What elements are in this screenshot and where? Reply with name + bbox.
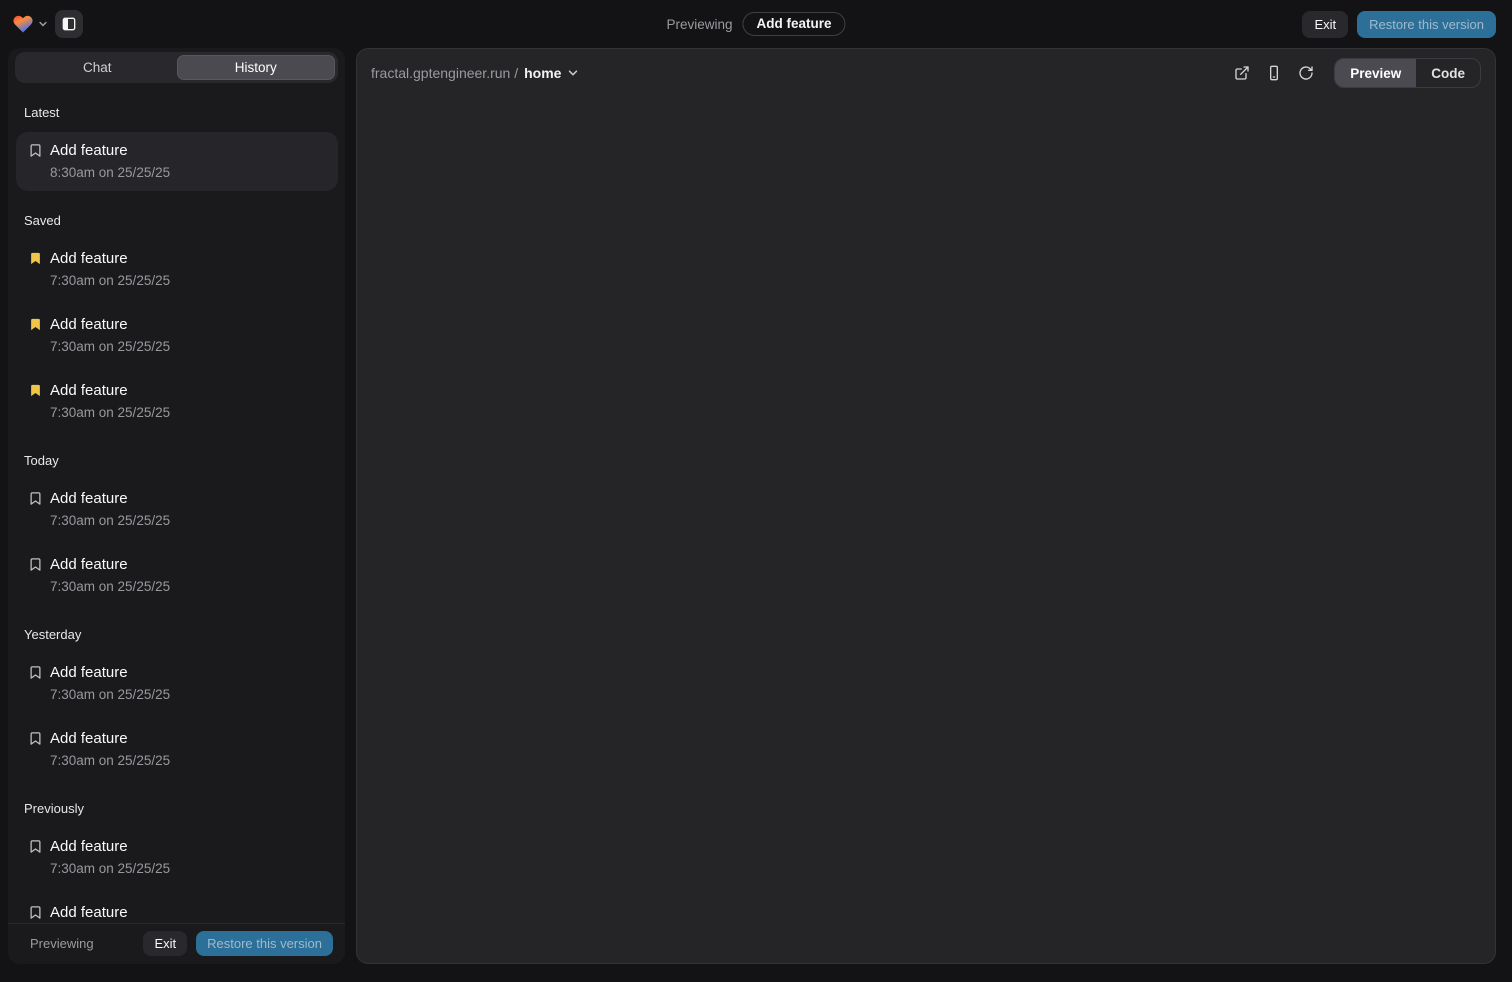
preview-content (357, 97, 1495, 963)
open-in-new-tab-button[interactable] (1228, 59, 1256, 87)
exit-button-footer[interactable]: Exit (143, 931, 187, 956)
version-item-title: Add feature (50, 380, 170, 402)
version-item-title: Add feature (50, 488, 170, 510)
exit-button[interactable]: Exit (1302, 11, 1348, 38)
previewing-label: Previewing (666, 17, 732, 32)
tab-history[interactable]: History (177, 55, 336, 80)
previewing-status-label: Previewing (30, 936, 94, 951)
version-item-timestamp: 7:30am on 25/25/25 (50, 859, 170, 879)
chevron-down-icon (567, 67, 579, 79)
history-sidebar: Chat History LatestAdd feature8:30am on … (8, 48, 345, 964)
version-section: Latest Add feature8:30am on 25/25/25 (16, 105, 338, 191)
external-link-icon (1234, 65, 1250, 81)
version-item-timestamp: 7:30am on 25/25/25 (50, 685, 170, 705)
mobile-view-button[interactable] (1260, 59, 1288, 87)
version-section: PreviouslyAdd feature7:30am on 25/25/25A… (16, 801, 338, 923)
restore-version-button-footer[interactable]: Restore this version (196, 931, 333, 956)
version-item[interactable]: Add feature7:30am on 25/25/25 (16, 306, 338, 365)
preview-panel: fractal.gptengineer.run / home (356, 48, 1496, 964)
version-item-timestamp: 7:30am on 25/25/25 (50, 337, 170, 357)
version-item-title: Add feature (50, 554, 170, 576)
version-list: LatestAdd feature8:30am on 25/25/25Saved… (15, 83, 338, 923)
version-item[interactable]: Add feature7:30am on 25/25/25 (16, 480, 338, 539)
version-section: TodayAdd feature7:30am on 25/25/25Add fe… (16, 453, 338, 605)
top-bar: Previewing Add feature Exit Restore this… (0, 0, 1512, 48)
mobile-icon (1266, 65, 1282, 81)
bookmark-icon (28, 839, 44, 854)
section-title: Latest (24, 105, 330, 120)
version-item[interactable]: Add feature7:30am on 25/25/25 (16, 720, 338, 779)
bookmark-saved-icon (28, 317, 44, 332)
preview-code-toggle: Preview Code (1334, 58, 1481, 88)
preview-url-page: home (524, 65, 561, 81)
app-content: Chat History LatestAdd feature8:30am on … (0, 48, 1512, 973)
version-item[interactable]: Add feature7:30am on 25/25/25 (16, 546, 338, 605)
bookmark-icon (28, 557, 44, 572)
version-section: SavedAdd feature7:30am on 25/25/25Add fe… (16, 213, 338, 431)
sidebar-toggle-icon (61, 16, 77, 32)
bookmark-icon (28, 143, 44, 158)
version-item[interactable]: Add feature7:30am on 25/25/25 (16, 828, 338, 887)
version-item-title: Add feature (50, 902, 170, 923)
preview-header: fractal.gptengineer.run / home (357, 49, 1495, 97)
preview-url-prefix: fractal.gptengineer.run / (371, 65, 518, 81)
version-item[interactable]: Add feature8:30am on 25/25/25 (16, 132, 338, 191)
restore-version-button[interactable]: Restore this version (1357, 11, 1496, 38)
version-item-timestamp: 8:30am on 25/25/25 (50, 163, 170, 183)
version-item-title: Add feature (50, 662, 170, 684)
version-item-title: Add feature (50, 836, 170, 858)
refresh-button[interactable] (1292, 59, 1320, 87)
sidebar-footer: Previewing Exit Restore this version (8, 923, 345, 964)
version-item-timestamp: 7:30am on 25/25/25 (50, 751, 170, 771)
section-title: Today (24, 453, 330, 468)
preview-url-dropdown[interactable]: fractal.gptengineer.run / home (371, 65, 579, 81)
version-item-timestamp: 7:30am on 25/25/25 (50, 403, 170, 423)
sidebar-tab-switcher: Chat History (15, 52, 338, 83)
section-title: Saved (24, 213, 330, 228)
bookmark-saved-icon (28, 383, 44, 398)
bookmark-saved-icon (28, 251, 44, 266)
section-title: Previously (24, 801, 330, 816)
version-item-timestamp: 7:30am on 25/25/25 (50, 577, 170, 597)
bookmark-icon (28, 905, 44, 920)
toggle-preview[interactable]: Preview (1335, 59, 1416, 87)
version-item[interactable]: Add feature7:30am on 25/25/25 (16, 240, 338, 299)
bookmark-icon (28, 491, 44, 506)
sidebar-toggle-button[interactable] (55, 10, 83, 38)
tab-chat[interactable]: Chat (18, 55, 177, 80)
refresh-icon (1298, 65, 1314, 81)
section-title: Yesterday (24, 627, 330, 642)
version-item-timestamp: 7:30am on 25/25/25 (50, 271, 170, 291)
version-item[interactable]: Add feature7:30am on 25/25/25 (16, 372, 338, 431)
toggle-code[interactable]: Code (1416, 59, 1480, 87)
version-pill[interactable]: Add feature (743, 12, 846, 36)
version-item-title: Add feature (50, 314, 170, 336)
version-item[interactable]: Add feature7:30am on 25/25/25 (16, 654, 338, 713)
version-item[interactable]: Add feature7:30am on 25/25/25 (16, 894, 338, 923)
chevron-down-icon (38, 19, 48, 29)
version-item-title: Add feature (50, 248, 170, 270)
bookmark-icon (28, 731, 44, 746)
brand-menu[interactable] (12, 13, 48, 35)
version-item-title: Add feature (50, 140, 170, 162)
version-item-timestamp: 7:30am on 25/25/25 (50, 511, 170, 531)
lovable-logo-icon (12, 13, 34, 35)
bookmark-icon (28, 665, 44, 680)
version-item-title: Add feature (50, 728, 170, 750)
version-section: YesterdayAdd feature7:30am on 25/25/25Ad… (16, 627, 338, 779)
